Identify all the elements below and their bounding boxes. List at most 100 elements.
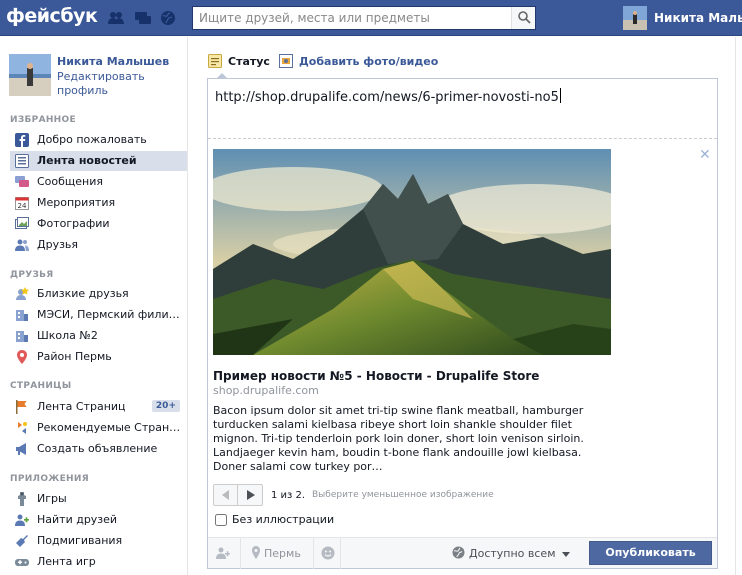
sidebar-item-create-ad[interactable]: Создать объявление bbox=[10, 439, 187, 459]
sidebar-item-label: Сообщения bbox=[37, 175, 104, 188]
top-user-name: Никита Малыш bbox=[654, 11, 742, 25]
apps-section-title: ПРИЛОЖЕНИЯ bbox=[10, 474, 89, 484]
status-composer: http://shop.drupalife.com/news/6-primer-… bbox=[207, 78, 718, 569]
link-preview-image[interactable] bbox=[213, 149, 611, 355]
publish-button[interactable]: Опубликовать bbox=[589, 541, 712, 565]
messages-icon bbox=[15, 175, 29, 189]
sidebar-item-label: Школа №2 bbox=[37, 329, 98, 342]
location-button[interactable]: Пермь bbox=[241, 538, 314, 569]
sidebar-item-label: Лента Страниц bbox=[37, 400, 126, 413]
sidebar-item-label: МЭСИ, Пермский фили… bbox=[37, 308, 180, 321]
photos-icon bbox=[15, 217, 29, 231]
tab-status-label: Статус bbox=[228, 55, 270, 68]
sidebar-item-label: Добро пожаловать bbox=[37, 133, 147, 146]
no-image-checkbox[interactable] bbox=[215, 514, 227, 526]
sidebar-item-label: Близкие друзья bbox=[37, 287, 129, 300]
emoticon-button[interactable] bbox=[314, 538, 341, 569]
sidebar-item-perm-area[interactable]: Район Пермь bbox=[10, 347, 187, 367]
notifications-globe-icon[interactable] bbox=[160, 10, 176, 26]
remove-preview-close-icon[interactable]: ✕ bbox=[699, 147, 711, 163]
sidebar-item-label: Район Пермь bbox=[37, 350, 112, 363]
games-icon bbox=[15, 492, 29, 506]
composer-footer: Пермь Доступно всем Опубликовать bbox=[208, 537, 717, 569]
sidebar-item-recommended-pages[interactable]: Рекомендуемые Стран… bbox=[10, 418, 187, 438]
sidebar-item-label: Лента новостей bbox=[37, 154, 137, 167]
star-icon bbox=[15, 287, 29, 301]
camera-icon bbox=[279, 54, 293, 68]
top-bar: фейсбук Никита Малыш bbox=[0, 0, 742, 36]
sidebar-item-label: Подмигивания bbox=[37, 534, 123, 547]
calendar-icon: 24 bbox=[15, 196, 29, 210]
friends-icon bbox=[15, 238, 29, 252]
sidebar-item-label: Мероприятия bbox=[37, 196, 116, 209]
sidebar-item-games-feed[interactable]: Лента игр bbox=[10, 552, 187, 572]
messages-jewel-icon[interactable] bbox=[135, 10, 151, 26]
smiley-icon bbox=[321, 546, 335, 560]
search-icon bbox=[518, 11, 531, 24]
sidebar-item-pokes[interactable]: Подмигивания bbox=[10, 531, 187, 551]
sidebar-item-news-feed[interactable]: Лента новостей bbox=[10, 151, 187, 171]
sidebar-item-label: Создать объявление bbox=[37, 442, 158, 455]
friend-requests-icon[interactable] bbox=[108, 10, 124, 26]
games-feed-icon bbox=[15, 555, 29, 569]
search-button[interactable] bbox=[511, 7, 535, 29]
edit-profile-link[interactable]: Редактировать профиль bbox=[57, 70, 167, 98]
status-pencil-icon bbox=[208, 54, 222, 68]
sidebar-item-label: Фотографии bbox=[37, 217, 110, 230]
link-preview-title[interactable]: Пример новости №5 - Новости - Drupalife … bbox=[213, 369, 539, 383]
chevron-down-icon bbox=[562, 552, 570, 557]
link-preview-description[interactable]: Bacon ipsum dolor sit amet tri-tip swine… bbox=[213, 404, 611, 474]
link-preview-domain: shop.drupalife.com bbox=[213, 384, 319, 397]
favorites-section-title: ИЗБРАННОЕ bbox=[10, 115, 76, 125]
megaphone-icon bbox=[15, 442, 29, 456]
sidebar-item-pages-feed[interactable]: Лента Страниц 20+ bbox=[10, 397, 187, 417]
top-avatar bbox=[623, 6, 647, 30]
building-icon bbox=[15, 329, 29, 343]
search-input[interactable] bbox=[193, 7, 511, 29]
recommended-icon bbox=[15, 421, 29, 435]
chevron-right-icon bbox=[247, 490, 255, 500]
sidebar-item-label: Друзья bbox=[37, 238, 79, 251]
add-friend-icon bbox=[216, 546, 230, 560]
profile-name-link[interactable]: Никита Малышев bbox=[57, 55, 169, 68]
sidebar-item-find-friends[interactable]: Найти друзей bbox=[10, 510, 187, 530]
sidebar-item-events[interactable]: 24 Мероприятия bbox=[10, 193, 187, 213]
sidebar-item-label: Игры bbox=[37, 492, 67, 505]
audience-label: Доступно всем bbox=[469, 547, 556, 560]
pages-count-badge: 20+ bbox=[151, 400, 180, 412]
tag-friends-button[interactable] bbox=[208, 538, 241, 569]
svg-text:24: 24 bbox=[18, 202, 27, 210]
globe-icon bbox=[452, 546, 465, 562]
facebook-icon bbox=[15, 133, 29, 147]
no-image-label: Без иллюстрации bbox=[232, 513, 335, 526]
profile-avatar[interactable] bbox=[9, 54, 51, 96]
poke-icon bbox=[15, 534, 29, 548]
sidebar-item-school[interactable]: Школа №2 bbox=[10, 326, 187, 346]
previous-thumbnail-button[interactable] bbox=[214, 485, 238, 505]
sidebar-item-label: Рекомендуемые Стран… bbox=[37, 421, 181, 434]
right-divider bbox=[735, 37, 736, 575]
sidebar-item-close-friends[interactable]: Близкие друзья bbox=[10, 284, 187, 304]
sidebar-item-messages[interactable]: Сообщения bbox=[10, 172, 187, 192]
friends-section-title: ДРУЗЬЯ bbox=[10, 270, 54, 280]
sidebar-item-mesi[interactable]: МЭСИ, Пермский фили… bbox=[10, 305, 187, 325]
sidebar-item-games[interactable]: Игры bbox=[10, 489, 187, 509]
thumbnail-pager bbox=[213, 484, 263, 506]
flag-icon bbox=[15, 400, 29, 414]
location-label: Пермь bbox=[264, 547, 301, 560]
sidebar-item-welcome[interactable]: Добро пожаловать bbox=[10, 130, 187, 150]
location-pin-icon bbox=[249, 546, 263, 560]
next-thumbnail-button[interactable] bbox=[239, 485, 263, 505]
status-text-input[interactable]: http://shop.drupalife.com/news/6-primer-… bbox=[215, 88, 561, 105]
news-feed-icon bbox=[15, 154, 29, 168]
find-friends-icon bbox=[15, 513, 29, 527]
chevron-left-icon bbox=[222, 490, 229, 500]
facebook-logo[interactable]: фейсбук bbox=[6, 5, 98, 27]
sidebar-item-photos[interactable]: Фотографии bbox=[10, 214, 187, 234]
pages-section-title: СТРАНИЦЫ bbox=[10, 381, 72, 391]
thumbnail-count: 1 из 2. bbox=[271, 490, 306, 501]
text-caret bbox=[559, 88, 561, 103]
sidebar-item-friends[interactable]: Друзья bbox=[10, 235, 187, 255]
search-box bbox=[192, 6, 536, 30]
sidebar-item-label: Найти друзей bbox=[37, 513, 118, 526]
